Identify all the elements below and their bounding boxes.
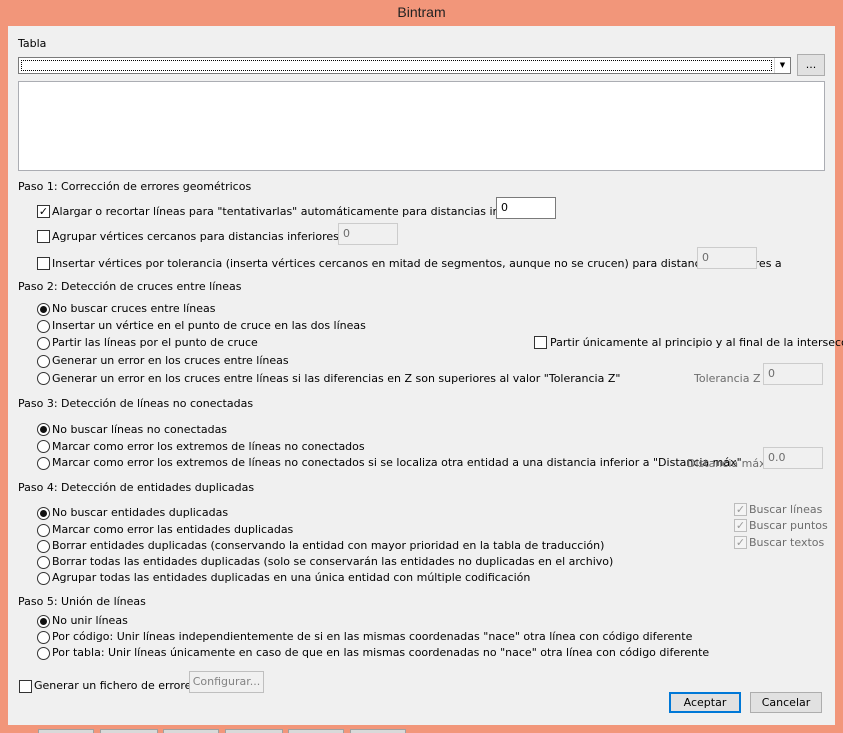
buscar-lineas-checkbox[interactable]: ✓	[734, 503, 747, 516]
tolerancia-z-label: Tolerancia Z	[694, 372, 761, 385]
browse-button[interactable]: ...	[797, 54, 825, 76]
buscar-puntos-checkbox[interactable]: ✓	[734, 519, 747, 532]
buscar-textos-checkbox[interactable]: ✓	[734, 536, 747, 549]
step2-option-2[interactable]: Partir las líneas por el punto de cruce	[52, 336, 258, 350]
step4-radio-4[interactable]	[37, 572, 50, 585]
step3-title: Paso 3: Detección de líneas no conectada…	[18, 397, 254, 410]
step2-option-4[interactable]: Generar un error en los cruces entre lín…	[52, 372, 620, 386]
step4-radio-3[interactable]	[37, 556, 50, 569]
aceptar-button[interactable]: Aceptar	[669, 692, 741, 713]
buscar-puntos-label[interactable]: Buscar puntos	[749, 519, 828, 533]
step1-option1-checkbox[interactable]: ✓	[37, 205, 50, 218]
cancelar-button[interactable]: Cancelar	[750, 692, 822, 713]
step2-radio-0[interactable]	[37, 303, 50, 316]
step2-option-1[interactable]: Insertar un vértice en el punto de cruce…	[52, 319, 366, 333]
step3-option-0[interactable]: No buscar líneas no conectadas	[52, 423, 227, 437]
step2-title: Paso 2: Detección de cruces entre líneas	[18, 280, 242, 293]
step5-option-0[interactable]: No unir líneas	[52, 614, 128, 628]
partir-label[interactable]: Partir únicamente al principio y al fina…	[550, 336, 843, 350]
step4-option-1[interactable]: Marcar como error las entidades duplicad…	[52, 523, 293, 537]
step2-radio-3[interactable]	[37, 355, 50, 368]
step4-radio-1[interactable]	[37, 524, 50, 537]
generar-errores-checkbox[interactable]	[19, 680, 32, 693]
taskbar-button[interactable]	[100, 729, 158, 733]
step1-option2-label[interactable]: Agrupar vértices cercanos para distancia…	[52, 230, 349, 244]
taskbar-button[interactable]	[163, 729, 219, 733]
step1-option3-input[interactable]: 0	[697, 247, 757, 269]
step3-radio-1[interactable]	[37, 440, 50, 453]
chevron-down-icon[interactable]: ▼	[774, 58, 790, 73]
configurar-button[interactable]: Configurar...	[189, 671, 264, 693]
step1-option2-checkbox[interactable]	[37, 230, 50, 243]
step5-radio-0[interactable]	[37, 615, 50, 628]
step2-radio-1[interactable]	[37, 320, 50, 333]
step1-option3-label[interactable]: Insertar vértices por tolerancia (insert…	[52, 257, 782, 271]
tabla-combo[interactable]: ▼	[18, 57, 791, 74]
tolerancia-z-input[interactable]: 0	[763, 363, 823, 385]
distancia-max-input[interactable]: 0.0	[763, 447, 823, 469]
step2-radio-2[interactable]	[37, 337, 50, 350]
tabla-label: Tabla	[18, 37, 47, 50]
taskbar-button[interactable]	[38, 729, 94, 733]
step4-radio-0[interactable]	[37, 507, 50, 520]
step4-title: Paso 4: Detección de entidades duplicada…	[18, 481, 255, 494]
generar-errores-label[interactable]: Generar un fichero de errores	[34, 679, 197, 693]
step1-option2-input[interactable]: 0	[338, 223, 398, 245]
buscar-lineas-label[interactable]: Buscar líneas	[749, 503, 822, 517]
step4-option-0[interactable]: No buscar entidades duplicadas	[52, 506, 228, 520]
tabla-combo-value	[21, 60, 772, 71]
step3-radio-0[interactable]	[37, 423, 50, 436]
buscar-textos-label[interactable]: Buscar textos	[749, 536, 824, 550]
step5-option-2[interactable]: Por tabla: Unir líneas únicamente en cas…	[52, 646, 709, 660]
step4-option-3[interactable]: Borrar todas las entidades duplicadas (s…	[52, 555, 613, 569]
step2-option-3[interactable]: Generar un error en los cruces entre lín…	[52, 354, 289, 368]
step2-option-0[interactable]: No buscar cruces entre líneas	[52, 302, 215, 316]
step5-option-1[interactable]: Por código: Unir líneas independientemen…	[52, 630, 692, 644]
step5-radio-2[interactable]	[37, 647, 50, 660]
step1-option1-label[interactable]: Alargar o recortar líneas para "tentativ…	[52, 205, 551, 219]
step3-radio-2[interactable]	[37, 457, 50, 470]
step5-title: Paso 5: Unión de líneas	[18, 595, 146, 608]
taskbar-button[interactable]	[350, 729, 406, 733]
step1-option3-checkbox[interactable]	[37, 257, 50, 270]
tabla-listbox[interactable]	[18, 81, 825, 171]
taskbar-button[interactable]	[288, 729, 344, 733]
taskbar-button[interactable]	[225, 729, 283, 733]
step1-title: Paso 1: Corrección de errores geométrico…	[18, 180, 252, 193]
partir-checkbox[interactable]	[534, 336, 547, 349]
step2-radio-4[interactable]	[37, 372, 50, 385]
dialog-client: Tabla ▼ ... Paso 1: Corrección de errore…	[8, 26, 843, 725]
step3-option-2[interactable]: Marcar como error los extremos de líneas…	[52, 456, 742, 470]
step3-option-1[interactable]: Marcar como error los extremos de líneas…	[52, 440, 365, 454]
window-title: Bintram	[0, 0, 843, 26]
step5-radio-1[interactable]	[37, 631, 50, 644]
step1-option1-input[interactable]: 0	[496, 197, 556, 219]
distancia-max-label: Distancia máx	[687, 457, 766, 470]
step4-option-4[interactable]: Agrupar todas las entidades duplicadas e…	[52, 571, 530, 585]
step4-radio-2[interactable]	[37, 540, 50, 553]
step4-option-2[interactable]: Borrar entidades duplicadas (conservando…	[52, 539, 604, 553]
